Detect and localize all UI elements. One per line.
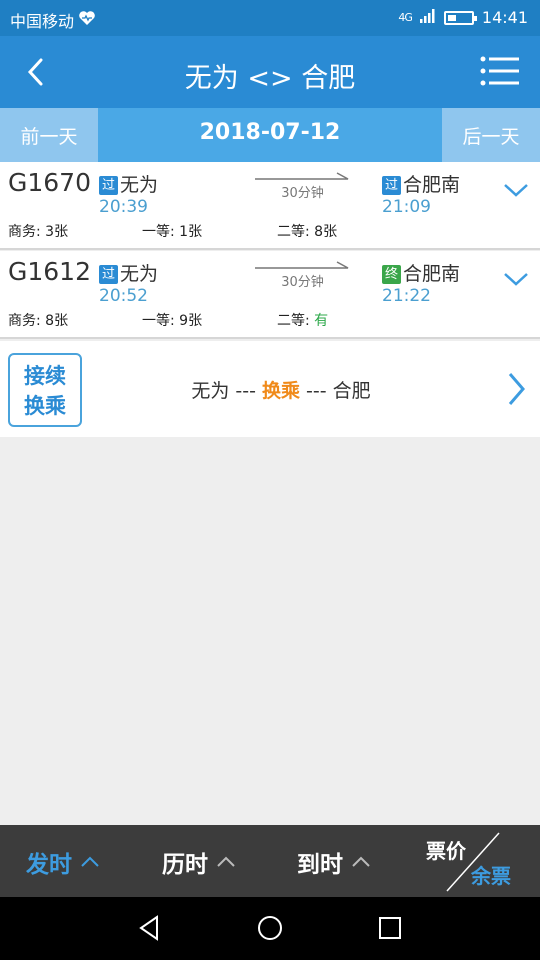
next-day-button[interactable]: 后一天 [442, 108, 540, 162]
arrival-time: 21:22 [382, 286, 431, 306]
train-number: G1612 [8, 257, 91, 286]
train-number: G1670 [8, 168, 91, 197]
second-class-seats: 二等: 8张 [277, 224, 338, 240]
chevron-right-icon[interactable] [506, 371, 526, 407]
transfer-badge: 接续 换乘 [8, 353, 82, 427]
departure-station: 过无为 [99, 170, 158, 197]
title-bar: 无为 <> 合肥 [0, 36, 540, 108]
page-title: 无为 <> 合肥 [184, 63, 356, 94]
nav-back-icon[interactable] [135, 913, 165, 943]
chevron-up-icon [352, 856, 370, 867]
battery-icon [443, 10, 477, 25]
sort-arrival-button[interactable]: 到时 [297, 845, 371, 879]
train-row[interactable]: G1670 过无为 30分钟 过合肥南 20:39 21:09 商务: 3张 一… [0, 162, 540, 250]
pass-badge: 过 [382, 176, 401, 195]
prev-day-button[interactable]: 前一天 [0, 108, 98, 162]
sort-remaining-button[interactable]: 余票 [471, 860, 511, 889]
sort-price-button[interactable]: 票价 [426, 835, 466, 864]
transfer-route: 无为 --- 换乘 --- 合肥 [191, 380, 371, 402]
duration: 30分钟 [281, 186, 324, 201]
departure-time: 20:52 [99, 286, 148, 306]
chevron-down-icon[interactable] [502, 180, 530, 200]
chevron-down-icon[interactable] [502, 269, 530, 289]
first-class-seats: 一等: 1张 [142, 224, 203, 240]
chevron-up-icon [81, 856, 99, 867]
pass-badge: 过 [99, 176, 118, 195]
train-row[interactable]: G1612 过无为 30分钟 终合肥南 20:52 21:22 商务: 8张 一… [0, 251, 540, 339]
arrival-time: 21:09 [382, 197, 431, 217]
sort-bar: 发时 历时 到时 票价 余票 [0, 825, 540, 897]
arrival-station: 过合肥南 [382, 170, 460, 197]
first-class-seats: 一等: 9张 [142, 313, 203, 329]
business-seats: 商务: 8张 [8, 313, 69, 329]
signal-icon [419, 8, 436, 27]
nav-recents-icon[interactable] [375, 913, 405, 943]
chevron-up-icon [217, 856, 235, 867]
clock: 14:41 [481, 8, 528, 27]
business-seats: 商务: 3张 [8, 224, 69, 240]
transfer-row[interactable]: 接续 换乘 无为 --- 换乘 --- 合肥 [0, 341, 540, 437]
date-bar: 前一天 2018-07-12 后一天 [0, 108, 540, 162]
menu-button[interactable] [480, 56, 520, 86]
departure-time: 20:39 [99, 197, 148, 217]
heart-icon [78, 10, 96, 30]
status-bar: 中国移动 4G 14:41 [0, 0, 540, 36]
sort-departure-button[interactable]: 发时 [26, 845, 100, 879]
terminal-badge: 终 [382, 265, 401, 284]
selected-date[interactable]: 2018-07-12 [98, 120, 442, 145]
pass-badge: 过 [99, 265, 118, 284]
departure-station: 过无为 [99, 259, 158, 286]
arrival-station: 终合肥南 [382, 259, 460, 286]
duration: 30分钟 [281, 275, 324, 290]
second-class-seats: 二等: 有 [277, 313, 329, 329]
system-nav-bar [0, 897, 540, 960]
sort-duration-button[interactable]: 历时 [162, 845, 236, 879]
carrier-name: 中国移动 [10, 12, 75, 31]
list-menu-icon [480, 56, 519, 86]
nav-home-icon[interactable] [255, 913, 285, 943]
network-type: 4G [398, 11, 412, 24]
